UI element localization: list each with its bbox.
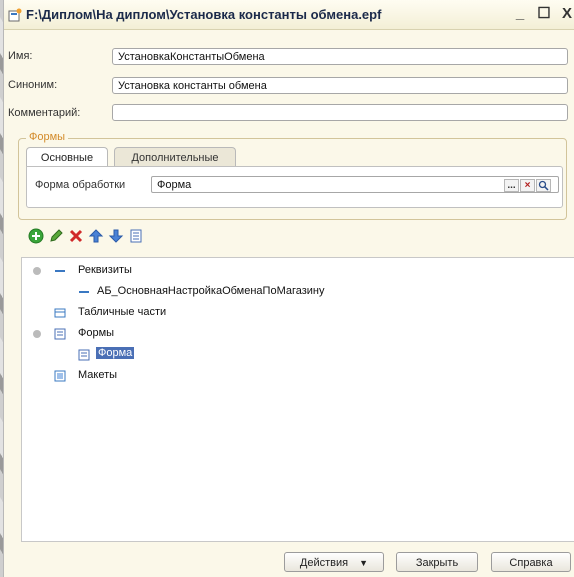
actions-button[interactable]: Действия ▼ xyxy=(284,552,384,572)
dropdown-arrow-icon: ▼ xyxy=(359,558,369,568)
maximize-button[interactable]: ☐ xyxy=(534,4,554,24)
structure-tree: Реквизиты АБ_ОсновнаяНастройкаОбменаПоМа… xyxy=(21,257,574,542)
tree-item-forms[interactable]: Формы xyxy=(78,327,114,339)
forms-icon xyxy=(54,328,66,340)
processing-editor-window: F:\Диплом\На диплом\Установка константы … xyxy=(3,0,574,577)
tabular-sections-icon xyxy=(54,308,66,318)
actions-button-label: Действия xyxy=(299,557,349,569)
tab-additional[interactable]: Дополнительные xyxy=(114,147,236,167)
tree-item-tabular-sections[interactable]: Табличные части xyxy=(78,306,166,318)
attributes-icon xyxy=(55,270,65,272)
processing-form-label: Форма обработки xyxy=(35,179,126,191)
move-down-icon[interactable] xyxy=(108,228,124,244)
processing-form-value: Форма xyxy=(157,179,192,191)
close-button[interactable]: X xyxy=(557,4,574,24)
name-label: Имя: xyxy=(8,50,33,62)
help-button[interactable]: Справка xyxy=(491,552,571,572)
comment-field[interactable] xyxy=(112,104,568,121)
open-button[interactable] xyxy=(536,179,551,192)
templates-icon xyxy=(54,370,66,382)
tree-item-templates[interactable]: Макеты xyxy=(78,369,117,381)
title-bar[interactable]: F:\Диплом\На диплом\Установка константы … xyxy=(4,0,574,30)
clear-button[interactable]: × xyxy=(520,179,535,192)
tree-item-attributes[interactable]: Реквизиты xyxy=(78,264,132,276)
tab-main[interactable]: Основные xyxy=(26,147,108,167)
tab-panel-main: Форма обработки Форма ... × xyxy=(26,166,563,208)
magnifier-icon xyxy=(538,180,549,191)
processing-form-field[interactable]: Форма ... × xyxy=(151,176,559,193)
delete-icon[interactable] xyxy=(68,228,84,244)
move-up-icon[interactable] xyxy=(88,228,104,244)
minimize-button[interactable]: _ xyxy=(510,4,530,24)
synonym-label: Синоним: xyxy=(8,79,58,91)
forms-group-title: Формы xyxy=(26,131,69,143)
synonym-field[interactable]: Установка константы обмена xyxy=(112,77,568,94)
edit-icon[interactable] xyxy=(48,228,64,244)
list-icon[interactable] xyxy=(128,228,144,244)
comment-label: Комментарий: xyxy=(8,107,81,119)
processing-icon xyxy=(8,8,22,22)
attribute-icon xyxy=(79,291,89,293)
tree-item-attribute[interactable]: АБ_ОсновнаяНастройкаОбменаПоМагазину xyxy=(97,285,325,297)
name-field[interactable]: УстановкаКонстантыОбмена xyxy=(112,48,568,65)
window-title: F:\Диплом\На диплом\Установка константы … xyxy=(26,7,382,22)
add-icon[interactable] xyxy=(28,228,44,244)
expand-toggle-icon[interactable] xyxy=(31,265,43,277)
expand-toggle-icon[interactable] xyxy=(31,328,43,340)
close-form-button[interactable]: Закрыть xyxy=(396,552,478,572)
tree-item-form[interactable]: Форма xyxy=(96,347,135,359)
form-icon xyxy=(78,349,90,361)
select-button[interactable]: ... xyxy=(504,179,519,192)
